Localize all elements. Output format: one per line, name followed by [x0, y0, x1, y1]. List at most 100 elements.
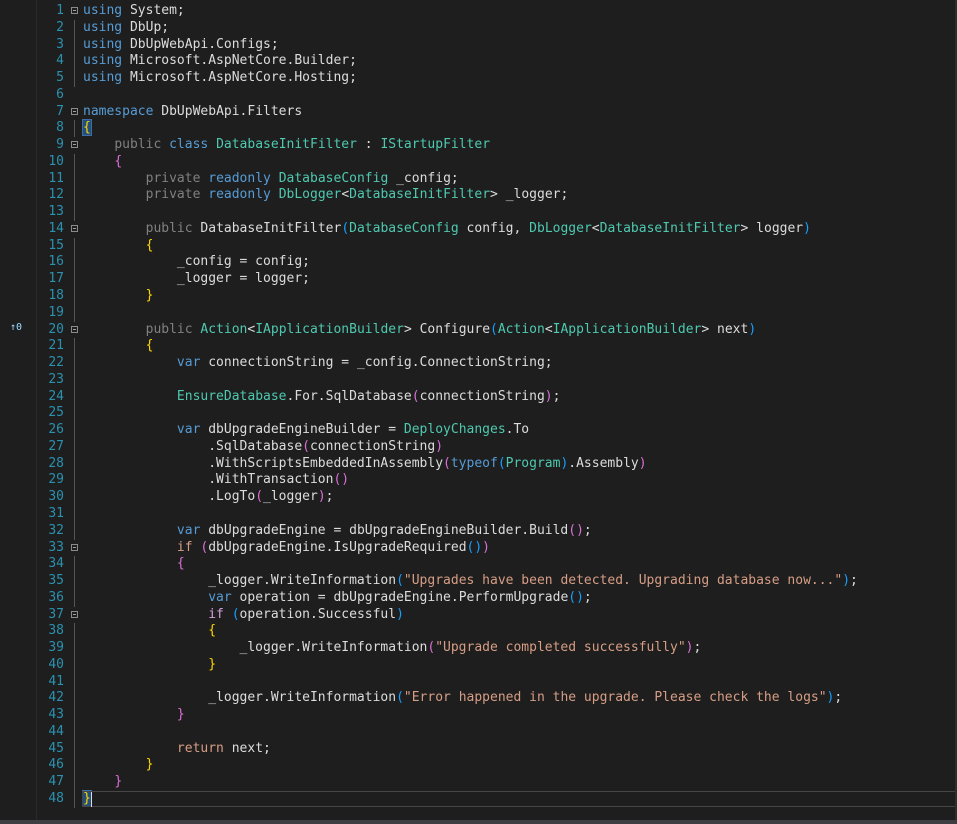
code-line[interactable]: 34 { [37, 556, 957, 574]
code-line[interactable]: 13 [37, 204, 957, 221]
line-number: 18 [48, 288, 64, 304]
code-line[interactable]: 10 { [37, 153, 957, 171]
code-line[interactable]: 31 [37, 505, 957, 523]
collapse-icon[interactable] [71, 610, 78, 618]
line-number: 15 [48, 237, 64, 253]
code-line[interactable]: 9 public class DatabaseInitFilter : ISta… [37, 137, 957, 154]
line-number: 46 [48, 757, 64, 773]
collapse-icon[interactable] [71, 543, 78, 551]
code-line[interactable]: 12 private readonly DbLogger<DatabaseIni… [37, 187, 957, 205]
line-number: 16 [48, 254, 64, 270]
code-line[interactable]: 15 { [37, 237, 957, 255]
code-line[interactable]: 30 .LogTo(_logger); [37, 489, 957, 506]
glyph-margin[interactable] [0, 0, 36, 820]
line-number: 30 [48, 489, 64, 505]
line-number: 32 [48, 522, 64, 538]
line-number: 42 [48, 690, 64, 706]
code-line[interactable]: 26 var dbUpgradeEngineBuilder = DeployCh… [37, 422, 957, 439]
line-number: 14 [48, 220, 64, 236]
code-line[interactable]: 28 .WithScriptsEmbeddedInAssembly(typeof… [37, 455, 957, 473]
line-number: 37 [48, 606, 64, 622]
current-line-highlight [82, 791, 957, 807]
code-line[interactable]: 46 } [37, 757, 957, 775]
code-line[interactable]: 29 .WithTransaction() [37, 472, 957, 490]
code-line[interactable]: 14 public DatabaseInitFilter(DatabaseCon… [37, 221, 957, 238]
code-line[interactable]: 19 [37, 304, 957, 322]
code-line[interactable]: 27 .SqlDatabase(connectionString) [37, 438, 957, 456]
code-lines[interactable]: 1 using System; 2 using DbUp; 3 using DbUpW… [37, 3, 957, 808]
code-line[interactable]: 35 _logger.WriteInformation("Upgrades ha… [37, 573, 957, 590]
line-number: 33 [48, 539, 64, 555]
horizontal-scrollbar[interactable] [0, 820, 957, 824]
line-number: 31 [48, 505, 64, 521]
line-number: 2 [56, 19, 64, 35]
collapse-icon[interactable] [71, 141, 78, 149]
line-number: 17 [48, 271, 64, 287]
code-line[interactable]: 43 } [37, 707, 957, 724]
line-number: 38 [48, 623, 64, 639]
line-number: 39 [48, 640, 64, 656]
line-number: 34 [48, 556, 64, 572]
code-editor[interactable]: ↑0 1 using System; 2 using DbUp; 3 using Db… [0, 0, 957, 824]
line-number: 9 [56, 137, 64, 153]
code-line[interactable]: 33 if (dbUpgradeEngine.IsUpgradeRequired… [37, 540, 957, 557]
line-number: 25 [48, 405, 64, 421]
code-line[interactable]: 24 EnsureDatabase.For.SqlDatabase(connec… [37, 388, 957, 406]
line-number: 20 [48, 321, 64, 337]
code-line[interactable]: 7 namespace DbUpWebApi.Filters [37, 104, 957, 121]
code-line[interactable]: 25 [37, 405, 957, 423]
code-line[interactable]: 16 _config = config; [37, 254, 957, 272]
line-number: 11 [48, 170, 64, 186]
code-line[interactable]: 42 _logger.WriteInformation("Error happe… [37, 690, 957, 708]
line-number: 8 [56, 120, 64, 136]
code-line[interactable]: 6 [37, 87, 957, 104]
code-line[interactable]: 5 using Microsoft.AspNetCore.Hosting; [37, 70, 957, 87]
code-line[interactable]: 44 [37, 723, 957, 741]
line-number: 4 [56, 53, 64, 69]
code-line[interactable]: 22 var connectionString = _config.Connec… [37, 355, 957, 372]
line-number: 22 [48, 355, 64, 371]
line-number: 12 [48, 187, 64, 203]
line-number: 1 [56, 3, 64, 18]
collapse-icon[interactable] [71, 7, 78, 14]
collapse-icon[interactable] [71, 325, 78, 333]
code-line[interactable]: 3 using DbUpWebApi.Configs; [37, 36, 957, 54]
code-line[interactable]: 41 [37, 673, 957, 691]
line-number: 43 [48, 707, 64, 723]
line-number: 48 [48, 790, 64, 806]
code-line[interactable]: 23 [37, 371, 957, 389]
line-number: 45 [48, 740, 64, 756]
code-line[interactable]: 47 } [37, 774, 957, 791]
code-line[interactable]: 38 { [37, 623, 957, 641]
code-line[interactable]: 45 return next; [37, 740, 957, 758]
code-line[interactable]: 36 var operation = dbUpgradeEngine.Perfo… [37, 589, 957, 607]
code-line[interactable]: 37 if (operation.Successful) [37, 607, 957, 624]
collapse-icon[interactable] [71, 224, 78, 232]
code-line[interactable]: 1 using System; [37, 3, 957, 20]
line-number: 23 [48, 371, 64, 387]
line-number: 7 [56, 103, 64, 119]
line-number: 26 [48, 422, 64, 438]
code-line[interactable]: 18 } [37, 288, 957, 305]
line-number: 35 [48, 573, 64, 589]
line-number: 5 [56, 70, 64, 86]
code-line[interactable]: 8{ [37, 119, 957, 138]
collapse-icon[interactable] [71, 107, 78, 115]
code-line[interactable]: 4 using Microsoft.AspNetCore.Builder; [37, 53, 957, 71]
code-line[interactable]: 40 } [37, 656, 957, 674]
line-number: 40 [48, 656, 64, 672]
code-line[interactable]: 21 { [37, 338, 957, 356]
code-line[interactable]: 20 public Action<IApplicationBuilder> Co… [37, 322, 957, 339]
line-number: 21 [48, 338, 64, 354]
code-line[interactable]: 32 var dbUpgradeEngine = dbUpgradeEngine… [37, 522, 957, 540]
reference-glyph-icon[interactable]: ↑0 [10, 322, 22, 333]
line-number: 41 [48, 673, 64, 689]
text-caret [91, 792, 92, 807]
code-line[interactable]: 39 _logger.WriteInformation("Upgrade com… [37, 640, 957, 657]
line-number: 29 [48, 472, 64, 488]
code-line[interactable]: 11 private readonly DatabaseConfig _conf… [37, 170, 957, 188]
line-number: 13 [48, 204, 64, 220]
line-number: 28 [48, 455, 64, 471]
code-line[interactable]: 2 using DbUp; [37, 19, 957, 37]
code-line[interactable]: 17 _logger = logger; [37, 271, 957, 289]
